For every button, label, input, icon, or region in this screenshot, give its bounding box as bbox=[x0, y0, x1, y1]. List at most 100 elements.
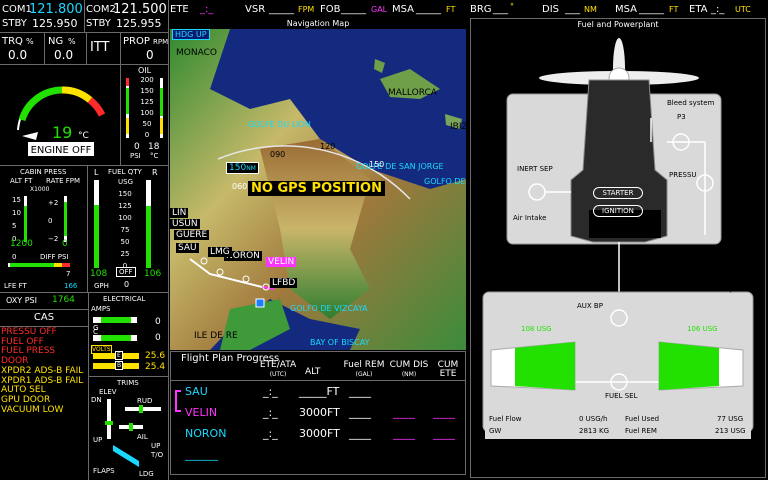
vsr-unit: FPM bbox=[298, 5, 315, 14]
msa2-unit: FT bbox=[669, 5, 679, 14]
fpp-row[interactable]: ______ bbox=[171, 445, 465, 466]
alt-scale-tick: 15 bbox=[12, 196, 21, 204]
oil-scale-tick: 0 bbox=[144, 131, 150, 139]
amps-c-label: C bbox=[93, 328, 98, 336]
place-mallorca: MALLORCA bbox=[388, 88, 437, 98]
fuel-qty-panel: L FUEL QTY R USG 150 125 100 75 50 25 0 … bbox=[88, 166, 168, 294]
fuel-qty-unit: USG bbox=[118, 178, 133, 186]
com1-label: COM1 bbox=[2, 4, 32, 15]
ng-value: 0.0 bbox=[54, 48, 74, 62]
trims-title: TRIMS bbox=[117, 379, 139, 387]
gw-label: GW bbox=[489, 427, 502, 435]
ete-value: _:_ bbox=[200, 4, 214, 15]
rate-scale-tick: +2 bbox=[48, 199, 59, 207]
waypoint-guere[interactable]: GUERE bbox=[174, 230, 210, 240]
fuel-rem-value: 213 USG bbox=[715, 427, 746, 435]
fpp-col-eta-sub: (UTC) bbox=[269, 371, 287, 378]
fpp-waypoint: NORON bbox=[185, 427, 227, 440]
place-bay-of-biscay: BAY OF BISCAY bbox=[310, 338, 370, 347]
oil-scale-tick: 200 bbox=[140, 76, 154, 84]
heading-060: 060 bbox=[232, 182, 248, 191]
waypoint-lmg[interactable]: LMG bbox=[208, 247, 232, 257]
starter-button[interactable]: STARTER bbox=[593, 187, 643, 199]
cabin-alt-value: 1200 bbox=[10, 239, 33, 249]
eta-unit: UTC bbox=[735, 5, 751, 14]
fpp-waypoint: SAU bbox=[185, 385, 208, 398]
engine-status: ENGINE OFF bbox=[31, 145, 92, 156]
alt-scale-tick: 5 bbox=[12, 222, 17, 230]
oil-label: OIL bbox=[138, 66, 152, 75]
amps-g-value: 0 bbox=[155, 317, 161, 327]
itt-label: ITT bbox=[90, 40, 110, 55]
brg-label: BRG bbox=[470, 4, 492, 15]
cas-message-list: PRESSU OFF FUEL OFF FUEL PRESS DOOR XPDR2 AD… bbox=[1, 327, 87, 415]
elev-up-label: UP bbox=[93, 436, 103, 444]
com1-active-freq[interactable]: 121.800 bbox=[29, 2, 83, 17]
fpp-col-eta: ETE/ATA (UTC) bbox=[255, 361, 301, 379]
fuel-left-value: 108 bbox=[90, 269, 108, 279]
waypoint-sau[interactable]: SAU bbox=[176, 243, 199, 253]
ignition-button[interactable]: IGNITION bbox=[593, 205, 643, 217]
fuel-rem-label: Fuel REM bbox=[625, 427, 657, 435]
waypoint-lfbd[interactable]: LFBD bbox=[270, 278, 298, 288]
oil-temp-value: 18 bbox=[148, 142, 160, 152]
fuel-scale-tick: 150 bbox=[118, 190, 132, 198]
fpp-row[interactable]: SAU _:_ _____FT ____ bbox=[171, 382, 465, 403]
msa2-label: MSA bbox=[615, 4, 638, 15]
fuel-system-title: Fuel system bbox=[709, 285, 751, 293]
itt-unit: °C bbox=[78, 131, 89, 141]
fuel-scale-tick: 25 bbox=[120, 250, 130, 258]
cabin-rate-value: 0 bbox=[62, 239, 68, 249]
fuel-l-label: L bbox=[94, 168, 99, 177]
fpp-alt: _____FT bbox=[299, 385, 340, 398]
fuel-scale-tick: 75 bbox=[120, 226, 130, 234]
com1-stby-freq[interactable]: 125.950 bbox=[32, 17, 78, 30]
msa1-unit: FT bbox=[446, 5, 456, 14]
fuel-used-value: 77 USG bbox=[717, 415, 744, 423]
fuel-right-bar bbox=[146, 205, 151, 268]
fuel-used-label: Fuel Used bbox=[625, 415, 660, 423]
msa1-value: _____ bbox=[416, 4, 441, 15]
oil-scale-tick: 125 bbox=[140, 98, 154, 106]
fpp-col-cumdis-label: CUM DIS bbox=[389, 360, 429, 370]
cabin-alt-mult: X1000 bbox=[30, 186, 50, 193]
fpp-fuel: ____ bbox=[349, 385, 371, 398]
electrical-panel: ELECTRICAL AMPS G 0 C 0 VOLTS E B 25.6 2… bbox=[89, 293, 168, 375]
right-tank-qty: 106 USG bbox=[687, 325, 718, 333]
com2-stby-freq[interactable]: 125.955 bbox=[116, 17, 162, 30]
air-intake-label: Air Intake bbox=[513, 214, 547, 222]
ail-to-label: T/O bbox=[151, 451, 164, 459]
fpp-row[interactable]: VELIN _:_ 3000FT ____ ____ ____ bbox=[171, 403, 465, 424]
waypoint-usun[interactable]: USUN bbox=[170, 219, 200, 229]
fpp-alt: 3000FT bbox=[299, 427, 340, 440]
fpp-col-alt: ALT bbox=[305, 367, 321, 377]
top-data-bar: ETE _:_ VSR _____ FPM FOB _____ GAL MSA … bbox=[170, 2, 768, 18]
fuel-flow-value: 0 USG/h bbox=[579, 415, 608, 423]
trq-gauge: TRQ % 0.0 bbox=[2, 36, 44, 64]
oxy-psi-row: OXY PSI 1764 bbox=[0, 293, 88, 309]
fuel-gph-value: 0 bbox=[124, 280, 130, 289]
navigation-map-panel: Navigation Map HDG UP MONACO MALLORCA GO… bbox=[170, 18, 466, 350]
fpp-cumdis: ____ bbox=[393, 406, 415, 419]
oxy-psi-value: 1764 bbox=[52, 295, 75, 305]
oil-scale-tick: 50 bbox=[142, 120, 152, 128]
waypoint-lin[interactable]: LIN bbox=[170, 208, 189, 218]
fuel-r-label: R bbox=[152, 168, 158, 177]
map-mode[interactable]: HDG UP bbox=[172, 29, 210, 40]
oil-psi-value: 0 bbox=[134, 142, 140, 152]
prop-unit: RPM bbox=[153, 38, 169, 46]
fuel-scale-tick: 100 bbox=[118, 214, 132, 222]
com1-radio[interactable]: COM1 121.800 STBY 125.950 bbox=[2, 2, 84, 32]
com2-radio[interactable]: COM2 121.500 STBY 125.955 bbox=[86, 2, 168, 32]
range-indicator[interactable]: 150NM bbox=[226, 162, 259, 174]
fpp-row[interactable]: NORON _:_ 3000FT ____ ____ ____ bbox=[171, 424, 465, 445]
cabin-title: CABIN PRESS bbox=[20, 168, 67, 176]
ete-label: ETE bbox=[170, 4, 189, 15]
oil-scale: 200 150 125 100 50 0 bbox=[136, 76, 158, 140]
waypoint-velin[interactable]: VELIN bbox=[266, 257, 297, 267]
ng-gauge: NG % 0.0 bbox=[48, 36, 88, 64]
volts-b-value: 25.4 bbox=[145, 362, 166, 372]
heading-090: 090 bbox=[270, 150, 286, 159]
ail-up-label: UP bbox=[151, 442, 161, 450]
com2-active-freq[interactable]: 121.500 bbox=[113, 2, 167, 17]
